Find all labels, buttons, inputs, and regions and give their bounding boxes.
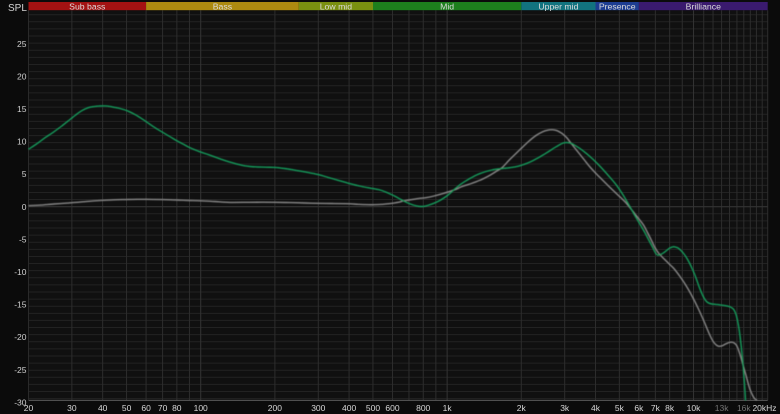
svg-text:Bass: Bass: [213, 2, 233, 12]
svg-text:-20: -20: [14, 332, 27, 342]
svg-text:6k: 6k: [634, 403, 644, 413]
svg-text:3k: 3k: [560, 403, 570, 413]
svg-text:-5: -5: [19, 234, 27, 244]
svg-text:600: 600: [385, 403, 399, 413]
svg-text:70: 70: [158, 403, 168, 413]
svg-text:20kHz: 20kHz: [752, 403, 776, 413]
svg-text:100: 100: [194, 403, 208, 413]
svg-text:-10: -10: [14, 267, 27, 277]
svg-text:Sub bass: Sub bass: [69, 2, 106, 12]
svg-text:200: 200: [268, 403, 282, 413]
svg-text:16k: 16k: [737, 403, 751, 413]
svg-text:50: 50: [122, 403, 132, 413]
svg-text:5: 5: [22, 169, 27, 179]
svg-text:13k: 13k: [715, 403, 729, 413]
svg-text:60: 60: [141, 403, 151, 413]
svg-text:7k: 7k: [651, 403, 661, 413]
svg-text:25: 25: [17, 39, 27, 49]
svg-text:Mid: Mid: [440, 2, 454, 12]
svg-text:5k: 5k: [615, 403, 625, 413]
svg-text:30: 30: [67, 403, 77, 413]
svg-text:8k: 8k: [665, 403, 675, 413]
svg-text:4k: 4k: [591, 403, 601, 413]
svg-text:20: 20: [24, 403, 34, 413]
svg-text:10: 10: [17, 137, 27, 147]
svg-text:Upper mid: Upper mid: [538, 2, 578, 12]
svg-text:10k: 10k: [687, 403, 701, 413]
svg-text:0: 0: [22, 202, 27, 212]
svg-text:80: 80: [172, 403, 182, 413]
svg-text:15: 15: [17, 104, 27, 114]
svg-text:400: 400: [342, 403, 356, 413]
svg-text:1k: 1k: [443, 403, 453, 413]
svg-text:Brilliance: Brilliance: [686, 2, 721, 12]
svg-text:300: 300: [311, 403, 325, 413]
svg-text:Presence: Presence: [599, 2, 636, 12]
svg-text:Low mid: Low mid: [320, 2, 353, 12]
svg-text:800: 800: [416, 403, 430, 413]
svg-text:500: 500: [366, 403, 380, 413]
svg-text:40: 40: [98, 403, 108, 413]
svg-text:20: 20: [17, 71, 27, 81]
svg-text:-15: -15: [14, 300, 27, 310]
svg-text:-25: -25: [14, 365, 27, 375]
svg-text:SPL: SPL: [8, 3, 27, 14]
svg-text:2k: 2k: [517, 403, 527, 413]
